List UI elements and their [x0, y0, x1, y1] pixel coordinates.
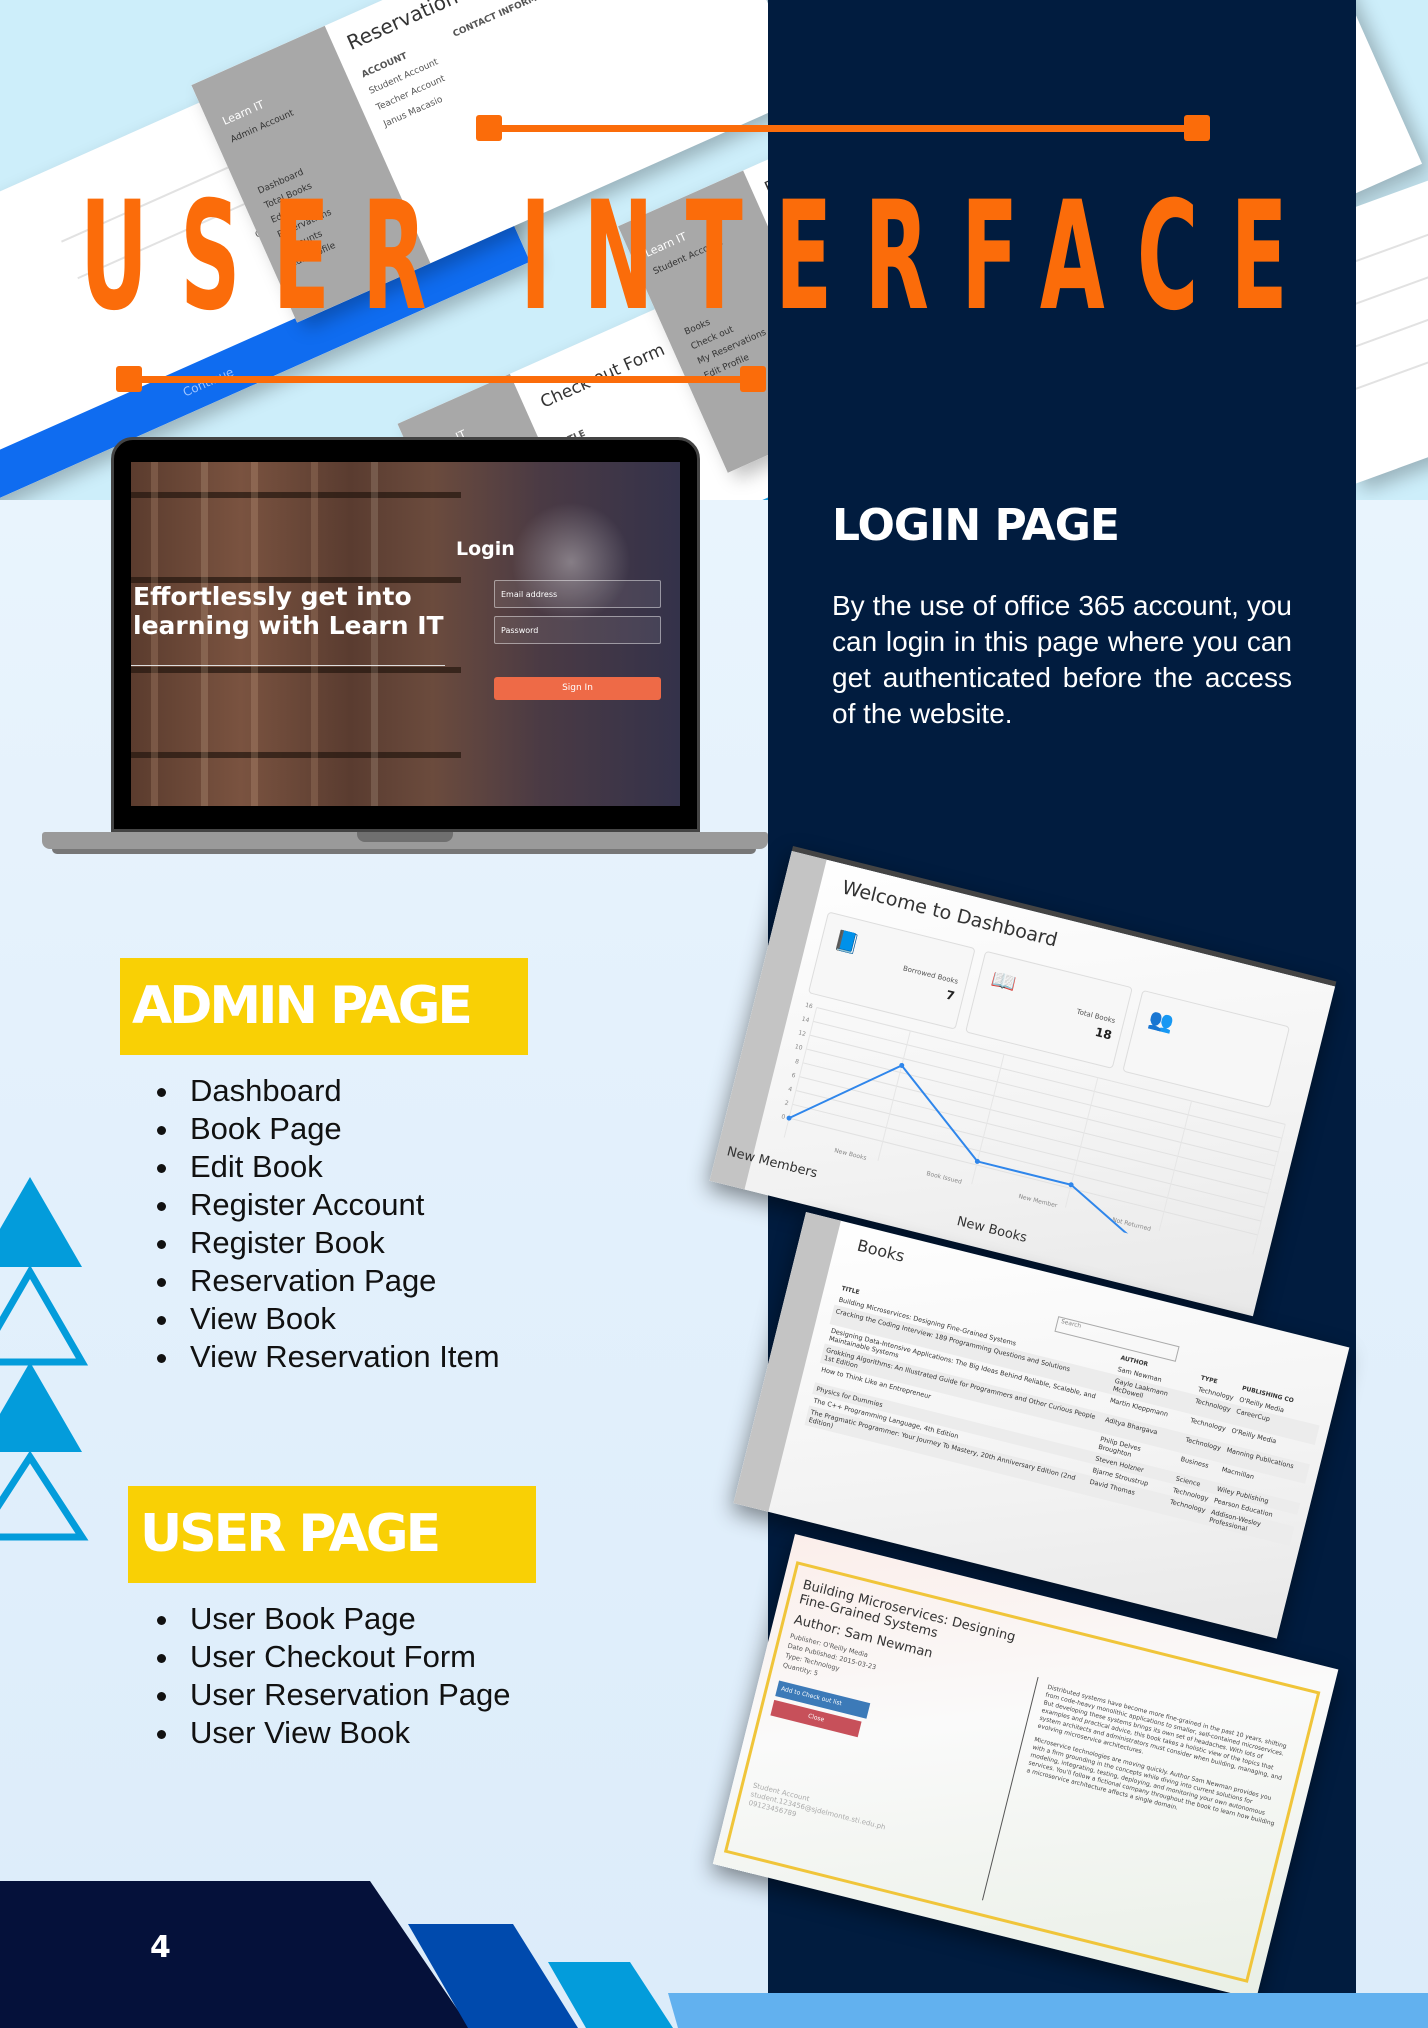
list-item: View Book: [182, 1300, 500, 1338]
gridline: [877, 1030, 911, 1162]
y-tick-label: 2: [784, 1099, 790, 1107]
user-page-heading: USER PAGE: [128, 1486, 536, 1583]
triangle-filled: [0, 1177, 82, 1267]
hero-divider: [131, 665, 445, 666]
list-item: Book Page: [182, 1110, 500, 1148]
login-page-description: By the use of office 365 account, you ca…: [832, 590, 1292, 729]
gridline: [1064, 1077, 1099, 1208]
page-title: USER INTERFACE: [80, 170, 1320, 344]
list-item: User View Book: [182, 1714, 511, 1752]
y-tick-label: 0: [780, 1113, 786, 1121]
list-item: User Book Page: [182, 1600, 511, 1638]
list-item: User Reservation Page: [182, 1676, 511, 1714]
admin-page-list: Dashboard Book Page Edit Book Register A…: [122, 1072, 500, 1376]
footer-light-band: [668, 1993, 1428, 2028]
title-bottom-bar: [130, 376, 750, 383]
list-item: Edit Book: [182, 1148, 500, 1186]
books-heading: Books: [855, 1235, 907, 1266]
page-number: 4: [150, 1930, 171, 1965]
bar-cap: [1184, 115, 1210, 141]
x-tick-label: New Member: [1018, 1193, 1059, 1210]
email-field[interactable]: Email address: [494, 580, 661, 608]
user-page-list: User Book Page User Checkout Form User R…: [122, 1600, 511, 1752]
login-title: Login: [456, 538, 515, 560]
decorative-triangles: [0, 1177, 89, 1541]
open-book-icon: 📖: [989, 966, 1020, 996]
borrow-book-icon: 📘: [831, 927, 862, 957]
gridline: [1158, 1100, 1193, 1232]
title-top-bar: [490, 125, 1202, 132]
sign-in-button[interactable]: Sign In: [494, 677, 661, 700]
laptop-notch: [357, 832, 453, 842]
list-item: User Checkout Form: [182, 1638, 511, 1676]
list-item: Reservation Page: [182, 1262, 500, 1300]
password-field[interactable]: Password: [494, 616, 661, 644]
y-tick-label: 16: [804, 1002, 813, 1011]
y-tick-label: 4: [787, 1086, 793, 1094]
list-item: Register Book: [182, 1224, 500, 1262]
bar-cap: [740, 366, 766, 392]
x-tick-label: New Books: [833, 1147, 867, 1162]
x-tick-label: Book Issued: [926, 1170, 963, 1186]
triangle-filled: [0, 1362, 82, 1452]
data-point: [786, 1115, 792, 1121]
list-item: Register Account: [182, 1186, 500, 1224]
gridline: [788, 1117, 1258, 1236]
triangle-outline: [0, 1265, 89, 1366]
data-point: [1150, 1254, 1156, 1260]
hero-text: Effortlessly get into learning with Lear…: [133, 582, 444, 640]
gridline: [795, 1089, 1265, 1208]
y-tick-label: 12: [797, 1029, 806, 1038]
login-page-heading: LOGIN PAGE: [832, 500, 1120, 551]
y-tick-label: 10: [794, 1043, 803, 1052]
y-tick-label: 14: [801, 1016, 810, 1025]
new-books-label: New Books: [955, 1214, 1029, 1246]
admin-page-heading: ADMIN PAGE: [120, 958, 528, 1055]
footer-dark-shape: [0, 1881, 470, 2028]
y-tick-label: 8: [794, 1058, 800, 1066]
gridline: [792, 1103, 1262, 1222]
triangle-outline: [0, 1450, 89, 1541]
laptop-base-shadow: [52, 849, 756, 854]
y-tick-label: 6: [791, 1072, 797, 1080]
users-icon: 👥: [1146, 1005, 1177, 1035]
laptop-screen-login: Effortlessly get into learning with Lear…: [131, 462, 680, 806]
list-item: View Reservation Item: [182, 1338, 500, 1376]
list-item: Dashboard: [182, 1072, 500, 1110]
reservation-heading: Reservation: [343, 0, 462, 55]
